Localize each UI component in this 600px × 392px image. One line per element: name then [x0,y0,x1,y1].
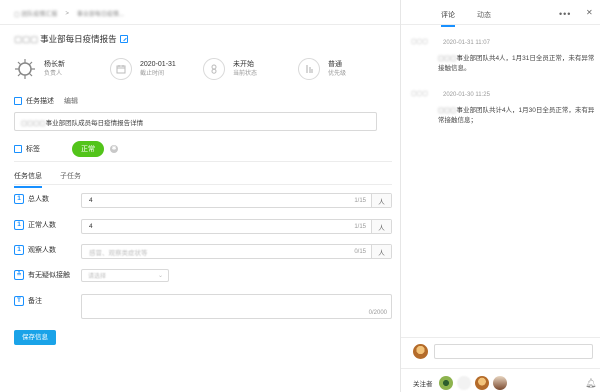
comment-item: ▢▢▢ 2020-01-31 11:07 ▢▢▢事业部团队共4人，1月31日全员… [411,38,596,74]
number-field-icon: 1 [14,220,24,230]
task-title-text: 事业部每日疫情报告 [40,34,117,44]
status-icon [203,58,225,80]
total-value[interactable]: 4 [82,197,354,204]
priority-icon [298,58,320,80]
comment-input-divider [401,337,600,338]
owner-label: 负责人 [44,70,63,77]
normal-label: 正常人数 [28,222,56,229]
comment-time: 2020-01-30 11:25 [443,92,490,98]
remark-row: T 备注 [14,296,80,306]
follower-avatar[interactable] [456,376,471,390]
number-field-icon: 1 [14,245,24,255]
number-field-icon: 1 [14,194,24,204]
description-content: ▢▢▢▢事业部团队成员每日疫情报告详情 [14,112,377,131]
tag-icon [14,145,22,153]
normal-char-count: 1/15 [354,223,366,230]
close-icon[interactable]: ✕ [586,8,593,17]
edit-title-icon[interactable] [119,35,128,43]
comment-panel: 评论 动态 ••• ✕ ▢▢▢ 2020-01-31 11:07 ▢▢▢事业部团… [400,0,600,392]
contact-placeholder: 请选择 [88,274,107,280]
breadcrumb-project[interactable]: ▢ 团队疫情汇报 [14,9,57,18]
contact-row: ≚ 有无疑似接触 [14,270,80,280]
description-tab[interactable]: 任务描述 [26,96,54,106]
remark-char-count: 0/2000 [368,310,387,316]
edit-description-link[interactable]: 编辑 [64,96,78,106]
follower-avatar[interactable] [474,376,489,390]
calendar-icon [110,58,132,80]
text-field-icon: T [14,296,24,306]
breadcrumb: ▢ 团队疫情汇报 > 事业部每日疫情... [14,9,124,19]
title-prefix-redacted: ▢▢▢ [14,33,39,44]
tab-task-info[interactable]: 任务信息 [14,171,42,188]
normal-unit: 人 [371,220,391,233]
remark-textarea[interactable]: 0/2000 [81,294,392,319]
contact-select[interactable]: 请选择 ⌄ [81,269,169,282]
status-label: 当前状态 [233,70,258,77]
commenter-avatar: ▢▢▢ [411,39,429,45]
total-label: 总人数 [28,196,49,203]
priority-field[interactable]: 普通 优先级 [298,58,346,80]
normal-input[interactable]: 4 1/15 人 [81,219,392,234]
normal-row: 1 正常人数 [14,220,80,230]
followers-divider [401,368,600,369]
commenter-avatar: ▢▢▢ [411,91,429,97]
comment-text: ▢▢▢事业部团队共4人，1月31日全员正常，未有异常接触信息。 [438,55,595,72]
tag-badge[interactable]: 正常 [72,141,104,157]
status-value: 未开始 [233,60,254,68]
owner-field[interactable]: 杨长新 负责人 [14,58,65,80]
task-sub-tabs: 任务信息 子任务 [14,171,99,188]
observe-row: 1 观察人数 [14,245,80,255]
total-row: 1 总人数 [14,194,80,204]
subtabs-divider [14,184,392,185]
tag-divider [14,161,392,162]
tag-row: 标签 正常 ✱ [14,141,118,157]
owner-avatar-icon [14,58,36,80]
panel-header-divider [401,24,600,25]
save-button[interactable]: 保存信息 [14,330,56,345]
description-prefix-redacted: ▢▢▢▢ [21,120,46,127]
header-divider [0,24,400,25]
total-input[interactable]: 4 1/15 人 [81,193,392,208]
total-unit: 人 [371,194,391,207]
owner-name: 杨长新 [44,60,65,68]
observe-placeholder: 感冒、观察类症状等 [89,249,148,257]
follower-avatar[interactable] [438,376,453,390]
comment-input[interactable] [434,344,593,359]
observe-input[interactable]: 感冒、观察类症状等 0/15 人 [81,244,392,259]
status-field[interactable]: 未开始 当前状态 [203,58,257,80]
current-user-avatar [413,344,428,359]
priority-label: 优先级 [328,70,347,77]
tab-subtask[interactable]: 子任务 [60,171,81,188]
select-field-icon: ≚ [14,270,24,280]
task-detail-panel: ▢ 团队疫情汇报 > 事业部每日疫情... ▢▢▢ 事业部每日疫情报告 杨长新 … [0,0,400,392]
bell-icon[interactable]: 🔔︎ [585,378,596,389]
contact-label: 有无疑似接触 [28,272,70,279]
deadline-label: 截止时间 [140,70,165,77]
normal-value[interactable]: 4 [82,223,354,230]
breadcrumb-separator: > [65,10,69,17]
description-header: 任务描述 编辑 [14,96,78,106]
remark-label: 备注 [28,298,42,305]
deadline-value: 2020-01-31 [140,60,176,68]
follower-avatar[interactable] [492,376,507,390]
observe-char-count: 0/15 [354,248,366,255]
followers-row: 关注者 [413,376,507,390]
followers-label: 关注者 [413,381,433,388]
comment-text: ▢▢▢事业部团队共计4人，1月30日全员正常，未有异常接触信息； [438,107,595,124]
tag-settings-icon[interactable]: ✱ [110,145,118,153]
total-char-count: 1/15 [354,197,366,204]
tag-label: 标签 [26,146,40,153]
breadcrumb-task[interactable]: 事业部每日疫情... [77,9,124,18]
comment-time: 2020-01-31 11:07 [443,40,490,46]
comment-item: ▢▢▢ 2020-01-30 11:25 ▢▢▢事业部团队共计4人，1月30日全… [411,90,596,126]
more-icon[interactable]: ••• [559,9,571,19]
priority-value: 普通 [328,60,342,68]
observe-unit: 人 [371,245,391,258]
chevron-down-icon: ⌄ [157,273,163,279]
task-title: ▢▢▢ 事业部每日疫情报告 [14,33,128,45]
observe-label: 观察人数 [28,247,56,254]
deadline-field[interactable]: 2020-01-31 截止时间 [110,58,176,80]
description-icon [14,97,22,105]
